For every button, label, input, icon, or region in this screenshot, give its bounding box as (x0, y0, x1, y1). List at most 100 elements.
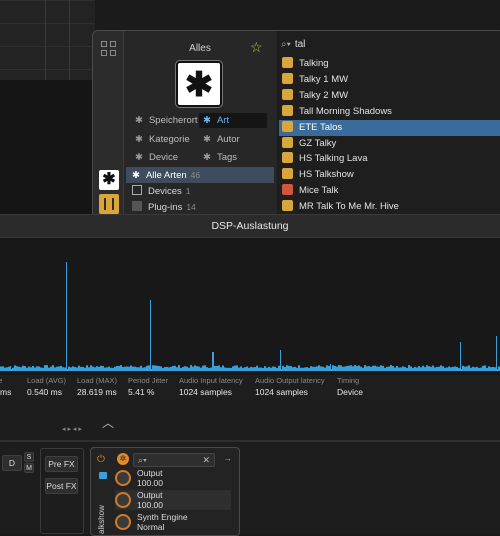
stat-label: Time (0, 376, 3, 385)
asterisk-icon: ✱ (203, 152, 211, 163)
dsp-load-bar (66, 262, 67, 370)
plugin-icon (282, 88, 293, 100)
result-item[interactable]: MR Talk To Me Mr. Hive (279, 199, 500, 215)
result-item[interactable]: Mice Talk (279, 183, 500, 199)
dsp-load-bar (280, 350, 281, 370)
category-alle-arten[interactable]: ✱ Alle Arten 46 (126, 167, 274, 183)
stat-label: Load (AVG) (27, 376, 67, 385)
filter-autor[interactable]: ✱ Autor (203, 134, 240, 145)
category-plugins[interactable]: Plug-ins 14 (126, 199, 274, 215)
param-name: Output (137, 468, 163, 478)
param-search-input[interactable]: ⌕▾ ✕ (133, 453, 215, 467)
stat-value: Device (337, 387, 363, 397)
stat-label: Timing (337, 376, 360, 385)
dsp-load-bar (150, 300, 151, 370)
param-row[interactable]: Output 100.00 (115, 468, 231, 488)
param-value: 100.00 (137, 500, 163, 510)
plugin-icon (282, 136, 293, 148)
asterisk-icon: ✱ (203, 134, 211, 145)
param-knob[interactable] (115, 514, 131, 530)
stat-label: Period Jitter (128, 376, 169, 385)
arranger-empty-area (0, 80, 95, 215)
plugin-icon (282, 57, 293, 68)
dsp-load-bar (460, 342, 461, 370)
plugin-icon (282, 168, 293, 180)
result-item[interactable]: Talky 1 MW (279, 72, 500, 88)
favorite-star-icon[interactable]: ☆ (250, 39, 263, 56)
clear-icon[interactable]: ✕ (202, 454, 210, 466)
param-value: 100.00 (137, 478, 163, 488)
filter-speicherort[interactable]: ✱ Speicherort (135, 115, 198, 126)
result-item[interactable]: HS Talking Lava (279, 151, 500, 167)
plugin-icon (282, 72, 293, 84)
plugin-icon (132, 201, 142, 211)
stat-value: 1024 samples (179, 387, 232, 397)
device-chain-panel: ⏻ ✲ ⌕▾ ✕ → alkshow Output 100.00 Output 100.… (90, 447, 240, 536)
result-item[interactable]: HS Talkshow (279, 167, 500, 183)
result-item[interactable]: GZ Talky (279, 136, 500, 152)
dsp-load-bar (496, 336, 497, 370)
dsp-panel-title: DSP-Auslastung (0, 215, 500, 238)
stat-value: 28.619 ms (77, 387, 117, 397)
result-label: ETE Talos (299, 121, 343, 133)
result-item[interactable]: Talking (279, 56, 500, 72)
scroll-arrows[interactable]: ◂ ▸ ◂ ▸ (62, 425, 82, 433)
result-label: HS Talking Lava (299, 153, 368, 165)
param-value: Normal (137, 522, 165, 532)
stat-label: Audio Output latency (255, 376, 325, 385)
plugin-icon (282, 200, 293, 212)
grid-view-icon[interactable] (101, 41, 117, 57)
category-devices[interactable]: Devices 1 (126, 183, 274, 199)
asterisk-icon: ✱ (132, 170, 140, 181)
stat-value: ms (0, 387, 12, 397)
search-icon: ⌕▾ (281, 39, 291, 50)
param-knob[interactable] (115, 470, 131, 486)
filter-tags[interactable]: ✱ Tags (203, 152, 237, 163)
param-list: Output 100.00 Output 100.00 Synth Engine Norm… (115, 468, 235, 534)
power-icon[interactable]: ⏻ (97, 454, 105, 465)
asterisk-icon: ✱ (135, 134, 143, 145)
result-label: Talky 2 MW (299, 89, 349, 101)
fx-section (40, 448, 84, 534)
settings-icon[interactable]: ✲ (117, 453, 129, 465)
filter-kategorie[interactable]: ✱ Kategorie (135, 134, 190, 145)
result-item[interactable]: Tall Morning Shadows (279, 104, 500, 120)
asterisk-icon: ✱ (135, 152, 143, 163)
result-item[interactable]: ETE Talos (279, 119, 500, 136)
param-row[interactable]: Output 100.00 (115, 490, 231, 510)
plugin-type-icon[interactable] (99, 194, 119, 214)
plugin-icon (282, 152, 293, 164)
search-field[interactable]: ⌕▾ tal (281, 39, 499, 55)
mute-button[interactable]: M (24, 463, 34, 473)
dsp-load-bar (212, 352, 214, 370)
asterisk-icon: ✱ (135, 115, 143, 126)
arrow-right-icon[interactable]: → (223, 453, 232, 463)
result-label: Mice Talk (299, 185, 339, 197)
collapse-chevron-icon[interactable]: ︿ (96, 414, 120, 434)
result-label: Talky 1 MW (299, 73, 349, 85)
stat-value: 0.540 ms (27, 387, 62, 397)
device-icon (132, 185, 142, 195)
all-content-icon[interactable]: ✱ (99, 170, 119, 190)
result-label: MR Talk To Me Mr. Hive (299, 201, 399, 213)
track-d-button[interactable]: D (2, 455, 22, 471)
plugin-icon (282, 104, 293, 116)
dsp-baseline (0, 369, 500, 371)
dsp-graph-svg (0, 262, 500, 371)
result-label: HS Talkshow (299, 169, 354, 181)
param-row[interactable]: Synth Engine Normal (115, 512, 231, 532)
solo-button[interactable]: S (24, 452, 34, 462)
stat-value: 1024 samples (255, 387, 308, 397)
plugin-icon (282, 120, 293, 132)
stat-label: Audio Input latency (179, 376, 243, 385)
param-knob[interactable] (115, 492, 131, 508)
folder-icon[interactable] (99, 472, 107, 479)
stat-label: Load (MAX) (77, 376, 118, 385)
param-name: Synth Engine (137, 512, 188, 522)
result-item[interactable]: Talky 2 MW (279, 88, 500, 104)
all-content-large-icon: ✱ (176, 61, 222, 107)
filter-art[interactable]: ✱ Art (199, 113, 267, 128)
dsp-load-panel: DSP-Auslastung Time ms Load (AVG) 0.540 ms L… (0, 214, 500, 399)
stat-value: 5.41 % (128, 387, 155, 397)
filter-device[interactable]: ✱ Device (135, 152, 178, 163)
